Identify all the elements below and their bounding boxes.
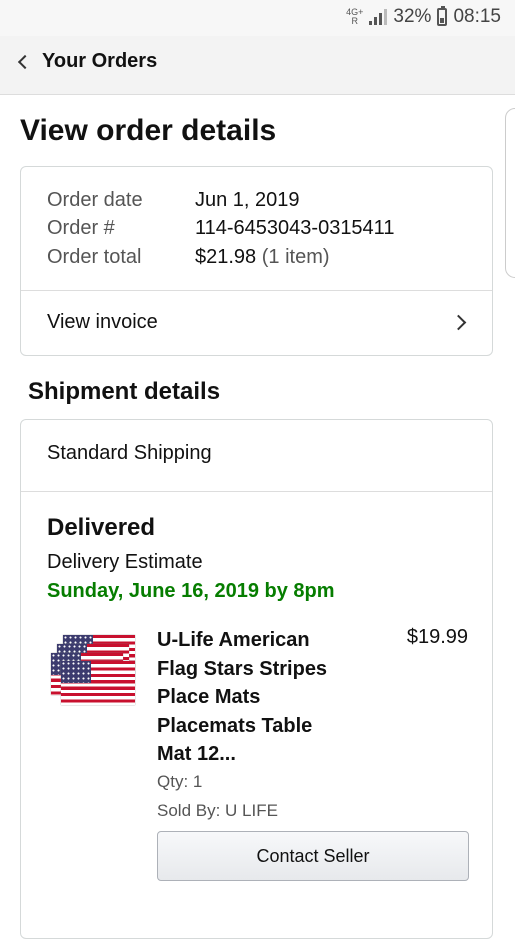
product-title-line: Mat 12...: [157, 743, 236, 765]
product-title-line: Flag Stars Stripes: [157, 657, 328, 680]
page-title: View order details: [20, 114, 277, 147]
view-invoice-link[interactable]: View invoice: [21, 291, 492, 355]
order-total-row: Order total $21.98 (1 item): [47, 246, 330, 269]
battery-icon: [437, 6, 448, 26]
order-total-label: Order total: [47, 246, 142, 268]
order-summary-card: Order date Jun 1, 2019 Order # 114-64530…: [20, 166, 493, 356]
delivery-status: Delivered: [47, 514, 156, 541]
divider: [21, 491, 492, 492]
scroll-indicator[interactable]: [505, 108, 515, 278]
product-title-line: Place Mats: [157, 686, 261, 708]
sold-by: Sold By: U LIFE: [157, 801, 278, 820]
product-quantity: Qty: 1: [157, 772, 203, 791]
shipment-section-title: Shipment details: [28, 378, 221, 405]
product-price: $19.99: [406, 626, 468, 648]
roaming-indicator: R: [351, 16, 359, 26]
product-title-link[interactable]: U-Life American Flag Stars Stripes Place…: [157, 626, 357, 769]
order-date-label: Order date: [47, 189, 143, 211]
delivery-estimate-date: Sunday, June 16, 2019 by 8pm: [47, 580, 335, 602]
order-number-row: Order # 114-6453043-0315411: [47, 217, 394, 240]
status-icons: 4G+ R 32% 08:15: [346, 6, 501, 28]
back-to-orders-button[interactable]: Your Orders: [16, 50, 157, 73]
chevron-left-icon: [17, 54, 33, 69]
signal-icon: [369, 9, 388, 25]
order-date-row: Order date Jun 1, 2019: [47, 189, 300, 212]
shipment-card: Standard Shipping Delivered Delivery Est…: [20, 419, 493, 939]
order-number-value: 114-6453043-0315411: [195, 217, 395, 239]
status-bar: 4G+ R 32% 08:15: [0, 0, 515, 36]
order-total-amount: $21.98: [195, 246, 257, 268]
back-label: Your Orders: [42, 50, 158, 72]
product-title-line: U-Life American: [157, 629, 310, 651]
contact-seller-button[interactable]: Contact Seller: [157, 831, 469, 881]
order-number-label: Order #: [47, 217, 115, 239]
order-total-items: (1 item): [261, 246, 330, 268]
top-nav: Your Orders: [0, 36, 515, 95]
shipping-method: Standard Shipping: [47, 442, 212, 464]
delivery-estimate-label: Delivery Estimate: [47, 551, 203, 573]
product-image[interactable]: [47, 635, 137, 705]
view-invoice-label: View invoice: [47, 311, 158, 333]
network-indicator: 4G+ R: [346, 8, 363, 26]
chevron-right-icon: [450, 314, 467, 331]
battery-percent: 32%: [393, 6, 432, 27]
clock: 08:15: [453, 6, 501, 27]
product-title-line: Placemats Table: [157, 714, 313, 737]
order-total-value: $21.98 (1 item): [195, 246, 330, 269]
order-date-value: Jun 1, 2019: [195, 189, 300, 211]
